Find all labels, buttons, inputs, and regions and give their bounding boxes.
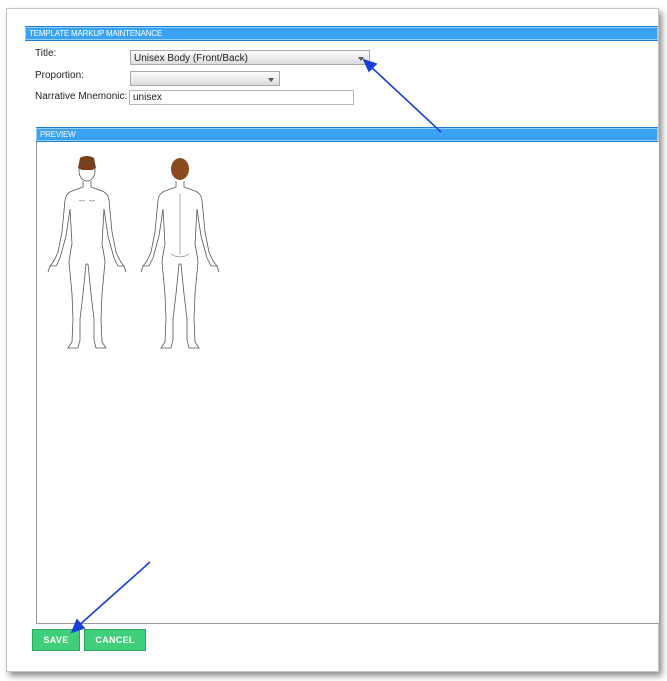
hair-back xyxy=(171,158,189,180)
title-label: Title: xyxy=(35,48,57,59)
section-header: TEMPLATE MARKUP MAINTENANCE xyxy=(25,26,658,41)
section-header-title: TEMPLATE MARKUP MAINTENANCE xyxy=(29,29,162,38)
hair-front xyxy=(78,156,96,170)
mnemonic-input[interactable] xyxy=(129,90,354,105)
body-front-figure xyxy=(47,156,127,349)
preview-header-title: PREVIEW xyxy=(40,130,76,139)
chevron-down-icon xyxy=(358,57,364,61)
dialog-frame: TEMPLATE MARKUP MAINTENANCE Title: Unise… xyxy=(6,8,660,672)
body-back-figure xyxy=(140,158,220,349)
chevron-down-icon xyxy=(268,78,274,82)
proportion-select[interactable] xyxy=(130,71,280,86)
save-button[interactable]: SAVE xyxy=(32,629,80,651)
mnemonic-label: Narrative Mnemonic: xyxy=(35,91,128,102)
preview-panel xyxy=(36,142,660,624)
cancel-button[interactable]: CANCEL xyxy=(84,629,146,651)
proportion-label: Proportion: xyxy=(35,70,84,81)
preview-header: PREVIEW xyxy=(36,127,658,142)
title-select[interactable]: Unisex Body (Front/Back) xyxy=(130,50,370,65)
title-select-value: Unisex Body (Front/Back) xyxy=(134,53,248,64)
